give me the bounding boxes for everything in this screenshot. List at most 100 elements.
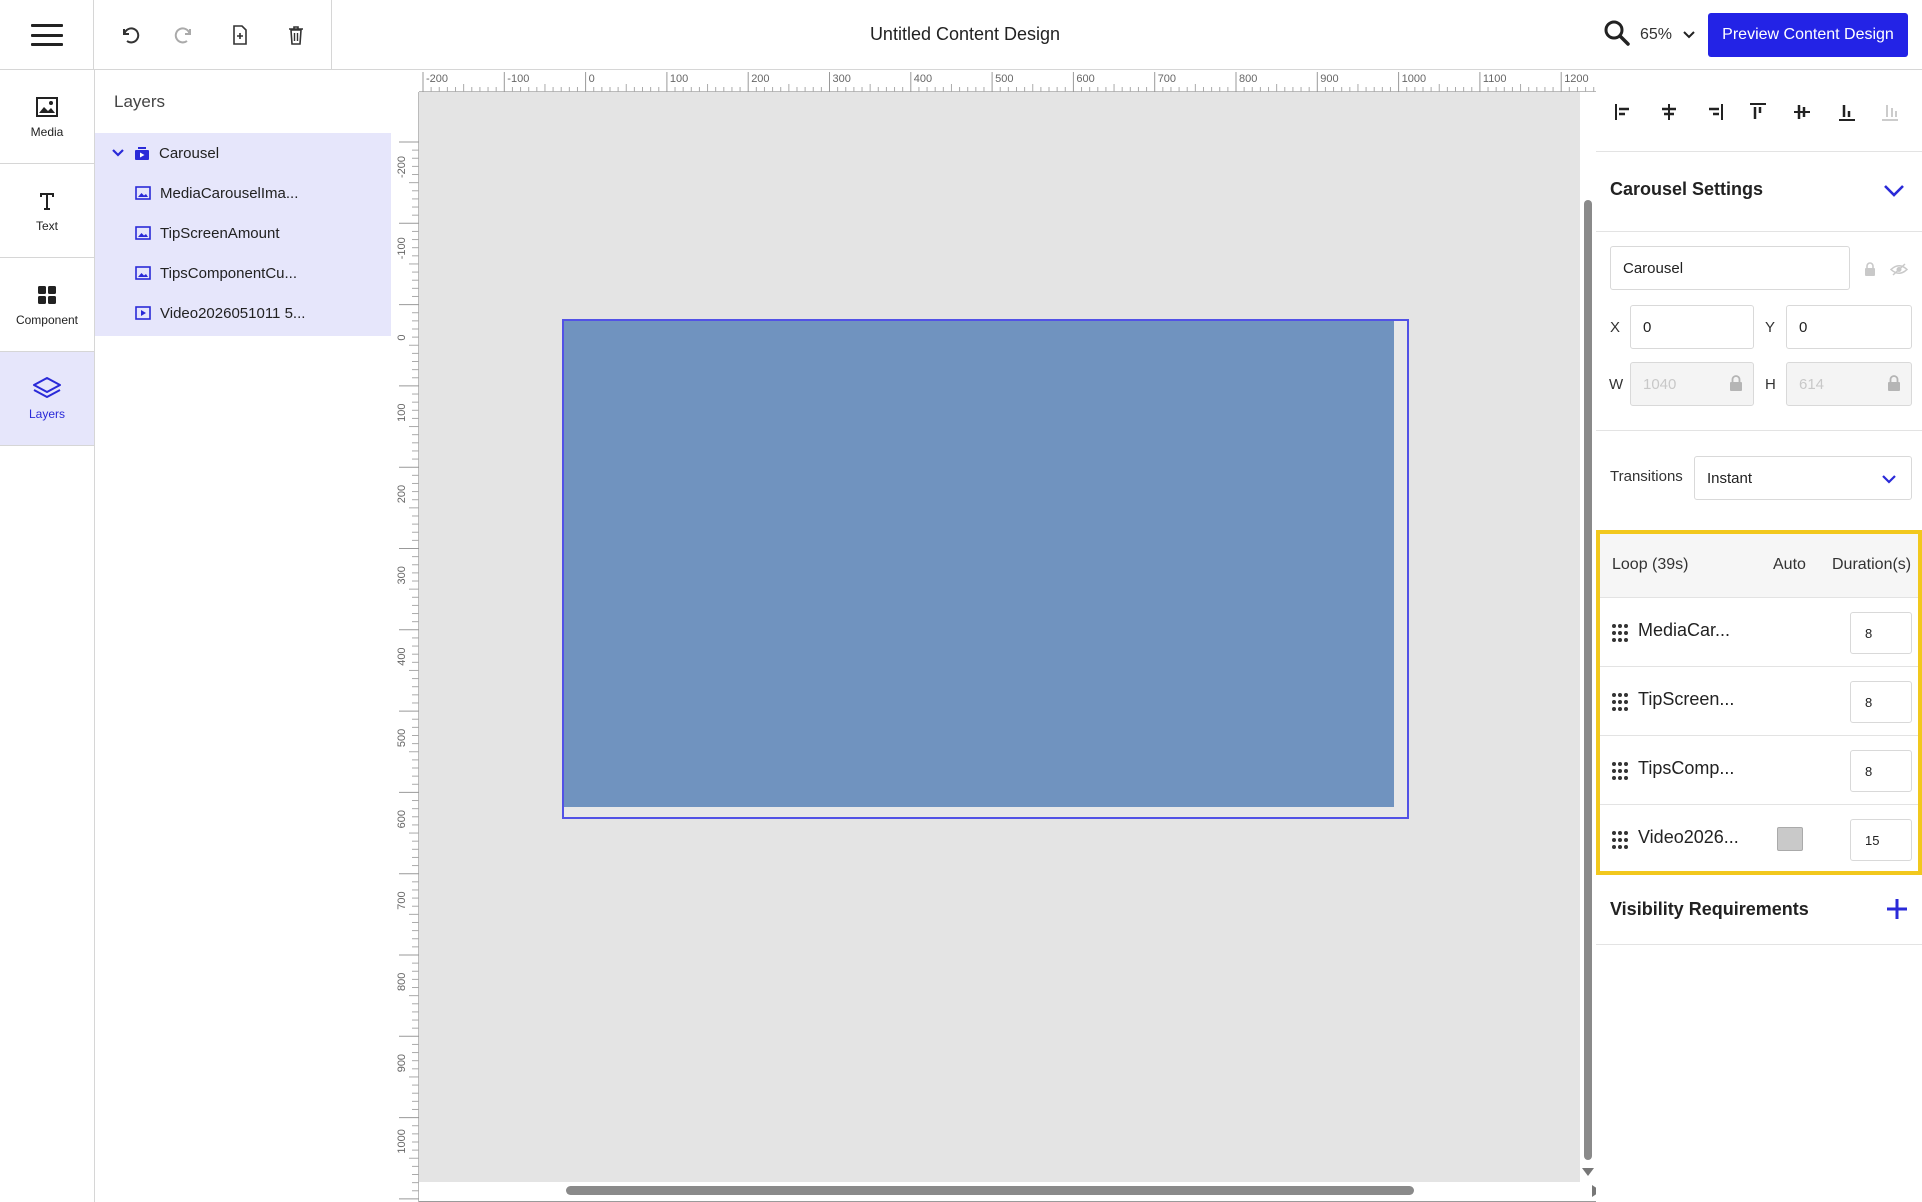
lock-icon[interactable] bbox=[1864, 262, 1876, 277]
ruler-tick-label: -100 bbox=[507, 73, 529, 85]
scrollbar-thumb[interactable] bbox=[566, 1186, 1414, 1195]
carousel-settings-header[interactable]: Carousel Settings bbox=[1596, 152, 1922, 232]
rail-item-label: Text bbox=[35, 219, 58, 233]
layer-item[interactable]: MediaCarouselIma... bbox=[95, 173, 391, 213]
transitions-label: Transitions bbox=[1610, 468, 1683, 485]
image-icon bbox=[135, 266, 151, 280]
duration-input[interactable]: 15 bbox=[1850, 819, 1912, 861]
zoom-select[interactable]: 65% bbox=[1640, 22, 1696, 48]
layer-label: Carousel bbox=[159, 144, 220, 162]
duration-input[interactable]: 8 bbox=[1850, 750, 1912, 792]
horizontal-scrollbar[interactable] bbox=[419, 1182, 1601, 1198]
menu-cell bbox=[0, 0, 94, 70]
ruler-tick-label: 500 bbox=[396, 729, 408, 747]
search-icon[interactable] bbox=[1603, 19, 1633, 49]
add-icon[interactable] bbox=[1885, 897, 1909, 921]
scroll-down-icon[interactable] bbox=[1582, 1168, 1594, 1176]
align-center-icon[interactable] bbox=[1657, 100, 1681, 124]
y-value: 0 bbox=[1799, 318, 1808, 336]
loop-item-name: Video2026... bbox=[1638, 827, 1739, 847]
h-label: H bbox=[1765, 376, 1776, 393]
vertical-scrollbar[interactable] bbox=[1584, 200, 1592, 1160]
align-middle-icon[interactable] bbox=[1790, 100, 1814, 124]
drag-handle-icon[interactable] bbox=[1610, 623, 1630, 643]
align-right-icon[interactable] bbox=[1702, 100, 1726, 124]
design-stage bbox=[419, 92, 1580, 1182]
x-input[interactable]: 0 bbox=[1630, 305, 1754, 349]
carousel-slide bbox=[564, 321, 1394, 807]
duration-input[interactable]: 8 bbox=[1850, 681, 1912, 723]
loop-item-name: TipsComp... bbox=[1638, 758, 1735, 778]
ruler-tick-label: 400 bbox=[914, 73, 932, 85]
rail-item-layers[interactable]: Layers bbox=[0, 352, 94, 446]
ruler-tick-label: 700 bbox=[396, 891, 408, 909]
trash-icon[interactable] bbox=[281, 20, 311, 50]
properties-panel: Carousel Settings Carousel X 0 Y 0 W 104… bbox=[1596, 70, 1922, 1202]
loop-item[interactable]: TipScreen... 8 bbox=[1600, 667, 1918, 736]
ruler-tick-label: 1200 bbox=[1564, 73, 1588, 85]
transitions-value: Instant bbox=[1707, 469, 1753, 487]
new-file-icon[interactable] bbox=[225, 20, 255, 50]
carousel-element[interactable] bbox=[562, 319, 1409, 819]
ruler-tick-label: 0 bbox=[396, 334, 408, 340]
ruler-tick-label: 600 bbox=[1076, 73, 1094, 85]
undo-icon[interactable] bbox=[114, 20, 144, 50]
loop-item[interactable]: MediaCar... 8 bbox=[1600, 598, 1918, 667]
ruler-tick-label: 300 bbox=[833, 73, 851, 85]
y-input[interactable]: 0 bbox=[1786, 305, 1912, 349]
rail-item-media[interactable]: Media bbox=[0, 70, 94, 164]
align-left-icon[interactable] bbox=[1612, 100, 1636, 124]
alignment-toolbar bbox=[1596, 70, 1922, 152]
element-name-field[interactable]: Carousel bbox=[1610, 246, 1850, 290]
visibility-icon[interactable] bbox=[1890, 263, 1908, 276]
loop-item[interactable]: TipsComp... 8 bbox=[1600, 736, 1918, 805]
layers-title: Layers bbox=[114, 92, 166, 111]
chevron-down-icon[interactable] bbox=[111, 148, 125, 158]
loop-item[interactable]: Video2026... 15 bbox=[1600, 805, 1918, 874]
ruler-tick-label: 300 bbox=[396, 566, 408, 584]
drag-handle-icon[interactable] bbox=[1610, 830, 1630, 850]
chevron-down-icon[interactable] bbox=[1883, 184, 1905, 198]
menu-icon[interactable] bbox=[31, 24, 63, 46]
x-value: 0 bbox=[1643, 318, 1652, 336]
ruler-tick-label: 600 bbox=[396, 810, 408, 828]
toolbar bbox=[94, 0, 332, 70]
auto-checkbox[interactable] bbox=[1777, 827, 1803, 851]
distribute-icon[interactable] bbox=[1878, 100, 1902, 124]
redo-icon[interactable] bbox=[170, 20, 200, 50]
rail-item-text[interactable]: Text bbox=[0, 164, 94, 258]
duration-value: 8 bbox=[1865, 763, 1873, 779]
align-top-icon[interactable] bbox=[1746, 100, 1770, 124]
ruler-tick-label: 200 bbox=[396, 485, 408, 503]
loop-section: Loop (39s) Auto Duration(s) MediaCar... … bbox=[1596, 530, 1922, 875]
duration-value: 8 bbox=[1865, 625, 1873, 641]
duration-value: 8 bbox=[1865, 694, 1873, 710]
rail-item-component[interactable]: Component bbox=[0, 258, 94, 352]
divider bbox=[1596, 430, 1922, 431]
layer-item[interactable]: TipsComponentCu... bbox=[95, 253, 391, 293]
auto-column-label: Auto bbox=[1773, 556, 1806, 573]
layer-item[interactable]: TipScreenAmount bbox=[95, 213, 391, 253]
drag-handle-icon[interactable] bbox=[1610, 692, 1630, 712]
image-icon bbox=[135, 186, 151, 200]
preview-button[interactable]: Preview Content Design bbox=[1708, 13, 1908, 57]
visibility-title: Visibility Requirements bbox=[1610, 899, 1809, 919]
layer-label: TipsComponentCu... bbox=[160, 264, 298, 282]
duration-input[interactable]: 8 bbox=[1850, 612, 1912, 654]
chevron-down-icon bbox=[1882, 475, 1896, 484]
drag-handle-icon[interactable] bbox=[1610, 761, 1630, 781]
ruler-tick-label: 400 bbox=[396, 647, 408, 665]
transitions-select[interactable]: Instant bbox=[1694, 456, 1912, 500]
width-input: 1040 bbox=[1630, 362, 1754, 406]
layer-item-carousel[interactable]: Carousel bbox=[95, 133, 391, 173]
image-icon bbox=[35, 94, 59, 120]
layer-item[interactable]: Video2026051011 5... bbox=[95, 293, 391, 333]
y-label: Y bbox=[1765, 319, 1776, 336]
align-bottom-icon[interactable] bbox=[1835, 100, 1859, 124]
zoom-value: 65% bbox=[1640, 26, 1673, 43]
rail-item-label: Layers bbox=[28, 407, 66, 421]
layers-panel: Layers Carousel MediaCarouselIma... TipS… bbox=[95, 70, 391, 1202]
rail-item-label: Media bbox=[30, 125, 64, 139]
video-icon bbox=[135, 306, 151, 320]
ruler-tick-label: 100 bbox=[670, 73, 688, 85]
